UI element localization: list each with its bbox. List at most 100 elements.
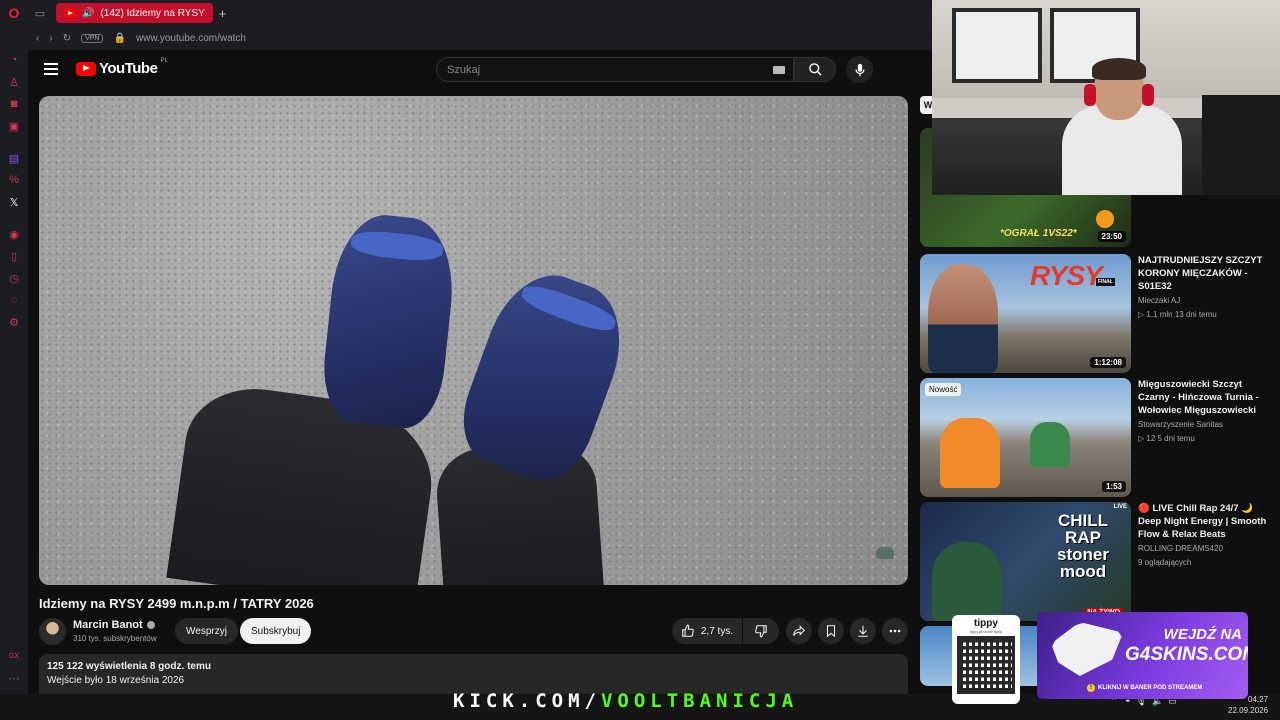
twitch-icon[interactable]: ▤ (6, 150, 22, 166)
rec-thumbnail-person (928, 264, 998, 373)
youtube-header: YouTube PL Szukaj (28, 50, 932, 90)
new-tab-button[interactable]: + (219, 6, 227, 21)
share-button[interactable] (786, 618, 812, 644)
keyboard-icon[interactable] (773, 66, 785, 74)
address-bar: ‹ › ↻ VPN 🔒 www.youtube.com/watch (28, 26, 932, 50)
rec-thumbnail-text-3: CHILL RAP stoner mood (1057, 511, 1109, 581)
kick-channel-overlay: KICK.COM/VOOLTBANICJA (453, 690, 798, 712)
rec-title-1[interactable]: NAJTRUDNIEJSZY SZCZYT KORONY MIĘCZAKÓW -… (1138, 254, 1274, 293)
download-button[interactable] (850, 618, 876, 644)
youtube-logo[interactable]: YouTube PL (76, 58, 168, 77)
forward-icon[interactable]: › (49, 33, 52, 44)
speed-dial-icon[interactable]: ◔ (6, 52, 22, 68)
bookmark-save-icon (826, 625, 836, 638)
rec-title-3[interactable]: 🔴 LIVE Chill Rap 24/7 🌙 Deep Night Energ… (1138, 502, 1274, 541)
rec-thumbnail-1[interactable]: RYSY FINAŁ 1:12:08 (920, 254, 1131, 373)
history-icon[interactable]: ◷ (6, 270, 22, 286)
rec-thumbnail-badge-1: FINAŁ (1096, 278, 1115, 286)
channel-name[interactable]: Marcin Banot (73, 619, 155, 631)
opera-logo-icon[interactable]: O (0, 0, 28, 26)
gx-icon[interactable]: GX (6, 648, 22, 664)
rec-duration-0: 23:50 (1097, 231, 1126, 242)
rec-channel-1[interactable]: Mieczaki AJ (1138, 296, 1180, 305)
g4-line-2: G4SKINS.COM (1125, 644, 1248, 665)
browser-tab-active[interactable]: 🔊 (142) Idziemy na RYSY (56, 3, 213, 23)
video-frame-shoe-left (318, 210, 460, 432)
rec-channel-2[interactable]: Stowarzyszenie Sanitas (1138, 420, 1223, 429)
headset-left (1084, 84, 1096, 106)
webcam-streamer-hair (1092, 58, 1146, 80)
more-icon[interactable]: ⋯ (6, 670, 22, 686)
dislike-button[interactable] (743, 618, 779, 644)
save-button[interactable] (818, 618, 844, 644)
search-icon (808, 63, 822, 76)
back-icon[interactable]: ‹ (36, 33, 39, 44)
description-text: Wejście było 18 września 2026 (47, 675, 185, 686)
rec-meta-1: ▷ 1,1 mln 13 dni temu (1138, 310, 1217, 319)
support-button[interactable]: Wesprzyj (175, 618, 238, 644)
qr-code-icon (957, 636, 1015, 694)
vpn-badge[interactable]: VPN (81, 33, 104, 43)
subscriber-count: 310 tys. subskrybentów (73, 634, 157, 643)
like-button[interactable]: 2,7 tys. (672, 618, 742, 644)
reload-icon[interactable]: ↻ (63, 33, 71, 44)
bomb-icon (1096, 210, 1114, 228)
subscribe-button[interactable]: Subskrybuj (240, 618, 312, 644)
screen: O ▭ 🔊 (142) Idziemy na RYSY + ◔ ♙ ◙ ▣ ▤ … (0, 0, 1280, 720)
percent-icon[interactable]: % (6, 172, 22, 188)
video-player[interactable] (39, 96, 908, 585)
g4-line-1: WEJDŹ NA (1163, 626, 1242, 643)
rec-new-badge-2: Nowość (925, 383, 962, 396)
channel-watermark-icon[interactable] (876, 547, 894, 559)
youtube-favicon-icon (64, 8, 76, 18)
thumbs-up-icon (682, 624, 694, 637)
region-code: PL (160, 58, 168, 64)
rec-title-2[interactable]: Mięguszowiecki Szczyt Czarny - Hińczowa … (1138, 378, 1274, 417)
x-icon[interactable]: 𝕏 (6, 194, 22, 210)
g4skins-banner[interactable]: WEJDŹ NA G4SKINS.COM KLIKNIJ W BANER POD… (1037, 612, 1248, 699)
rec-thumbnail-2[interactable]: Nowość 1:53 (920, 378, 1131, 497)
rec-duration-2: 1:53 (1101, 481, 1126, 492)
share-icon (793, 625, 805, 636)
search-input[interactable]: Szukaj (436, 57, 794, 82)
rec-meta-2: ▷ 12 5 dni temu (1138, 434, 1195, 443)
bag-icon[interactable]: ♙ (6, 74, 22, 90)
description-box[interactable]: 125 122 wyświetlenia 8 godz. temu Wejści… (39, 654, 908, 694)
browser-sidebar: ◔ ♙ ◙ ▣ ▤ % 𝕏 ◉ ▯ ◷ ◌ ⚙ GX ⋯ (0, 26, 28, 694)
rec-thumbnail-hiker-1 (940, 418, 1000, 488)
speaker-icon[interactable]: 🔊 (82, 8, 94, 19)
tab-title: (142) Idziemy na RYSY (100, 7, 205, 19)
play-circle-icon[interactable]: ◉ (6, 226, 22, 242)
tippy-brand: tippy (974, 618, 998, 629)
rec-duration-1: 1:12:08 (1090, 357, 1126, 368)
instagram-icon[interactable]: ▣ (6, 118, 22, 134)
rec-channel-3[interactable]: ROLLING DREAMS420 (1138, 544, 1223, 553)
search-button[interactable] (794, 57, 836, 82)
webcam-overlay (932, 0, 1280, 195)
youtube-page: YouTube PL Szukaj Idziemy na RYSY 2499 m… (28, 50, 932, 694)
messenger-icon[interactable]: ◙ (6, 96, 22, 112)
workspaces-icon[interactable]: ▭ (28, 7, 52, 20)
chat-icon[interactable]: ◌ (6, 292, 22, 308)
rec-thumbnail-text-1: RYSY (1030, 260, 1103, 291)
menu-icon[interactable] (44, 63, 58, 75)
rec-thumbnail-3[interactable]: CHILL RAP stoner mood LIVE NA ŻYWO (920, 502, 1131, 621)
voice-search-button[interactable] (846, 56, 873, 83)
clock-date: 22.09.2026 (1228, 706, 1269, 715)
verified-icon (146, 621, 155, 630)
rec-thumbnail-text-0: *OGRAŁ 1VS22* (1000, 228, 1077, 239)
settings-gear-icon[interactable]: ⚙ (6, 314, 22, 330)
search-placeholder: Szukaj (447, 63, 481, 76)
g4-line-3: KLIKNIJ W BANER POD STREAMEM (1087, 684, 1202, 692)
rec-live-badge-3: LIVE (1113, 504, 1127, 510)
bookmark-icon[interactable]: ▯ (6, 248, 22, 264)
kick-text-1: KICK. (453, 690, 536, 712)
tippy-qr-overlay: tippy tippy.pl/voolt/ tipnij (952, 615, 1020, 704)
webcam-chair (1202, 95, 1280, 195)
webcam-window-left (952, 8, 1042, 83)
url-field[interactable]: www.youtube.com/watch (136, 33, 246, 44)
more-actions-button[interactable] (882, 618, 908, 644)
download-icon (858, 625, 868, 637)
more-horizontal-icon (889, 629, 901, 633)
channel-avatar[interactable] (39, 618, 66, 645)
